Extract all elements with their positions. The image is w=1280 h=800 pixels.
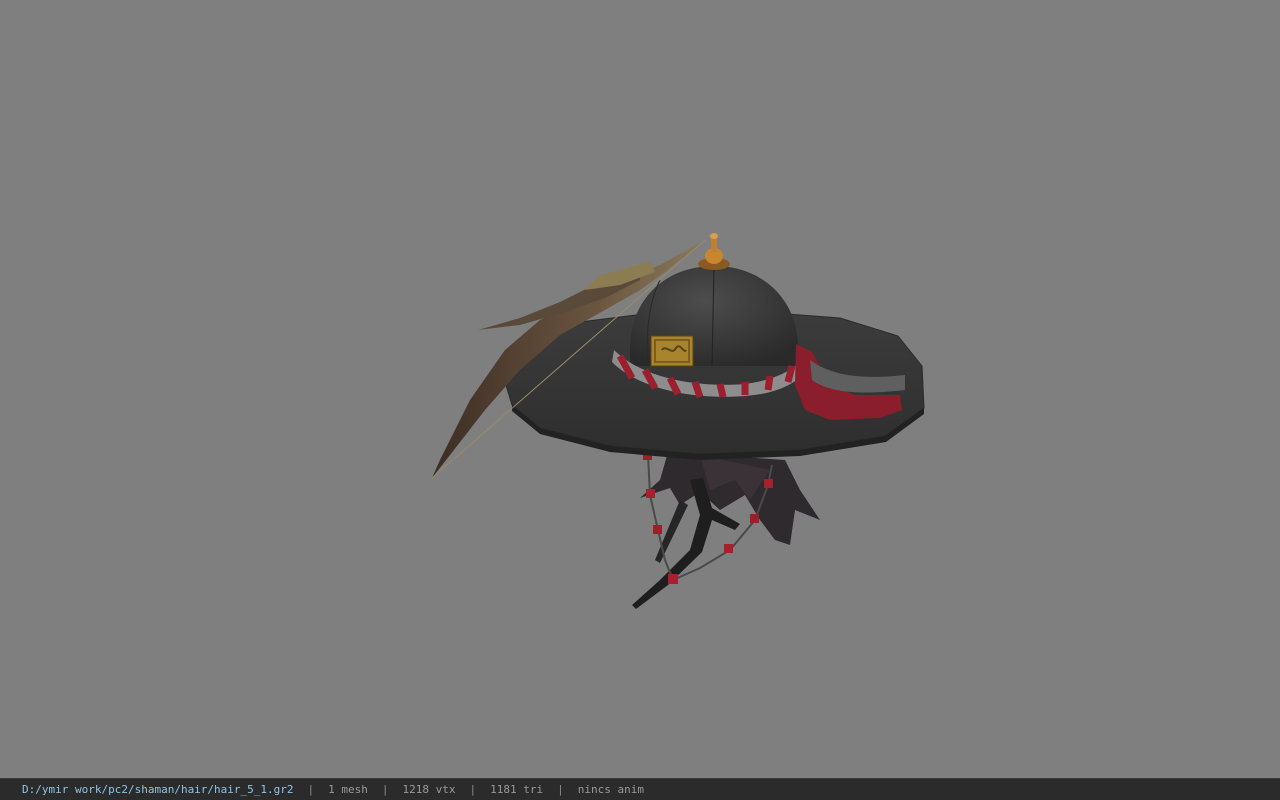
status-separator: | [469, 783, 477, 796]
hair-strands [640, 452, 820, 545]
gold-plaque [650, 335, 694, 367]
vertex-count-label: 1218 vtx [402, 783, 456, 796]
status-bar: D:/ymir work/pc2/shaman/hair/hair_5_1.gr… [0, 778, 1280, 800]
animation-status-label: nincs anim [577, 783, 644, 796]
file-path-label: D:/ymir work/pc2/shaman/hair/hair_5_1.gr… [22, 783, 294, 796]
status-separator: | [307, 783, 315, 796]
triangle-count-label: 1181 tri [490, 783, 544, 796]
hat-model-render [431, 233, 925, 609]
3d-viewport[interactable] [0, 0, 1280, 778]
mesh-count-label: 1 mesh [328, 783, 368, 796]
status-separator: | [381, 783, 389, 796]
gold-finial [698, 233, 730, 270]
status-separator: | [557, 783, 564, 796]
